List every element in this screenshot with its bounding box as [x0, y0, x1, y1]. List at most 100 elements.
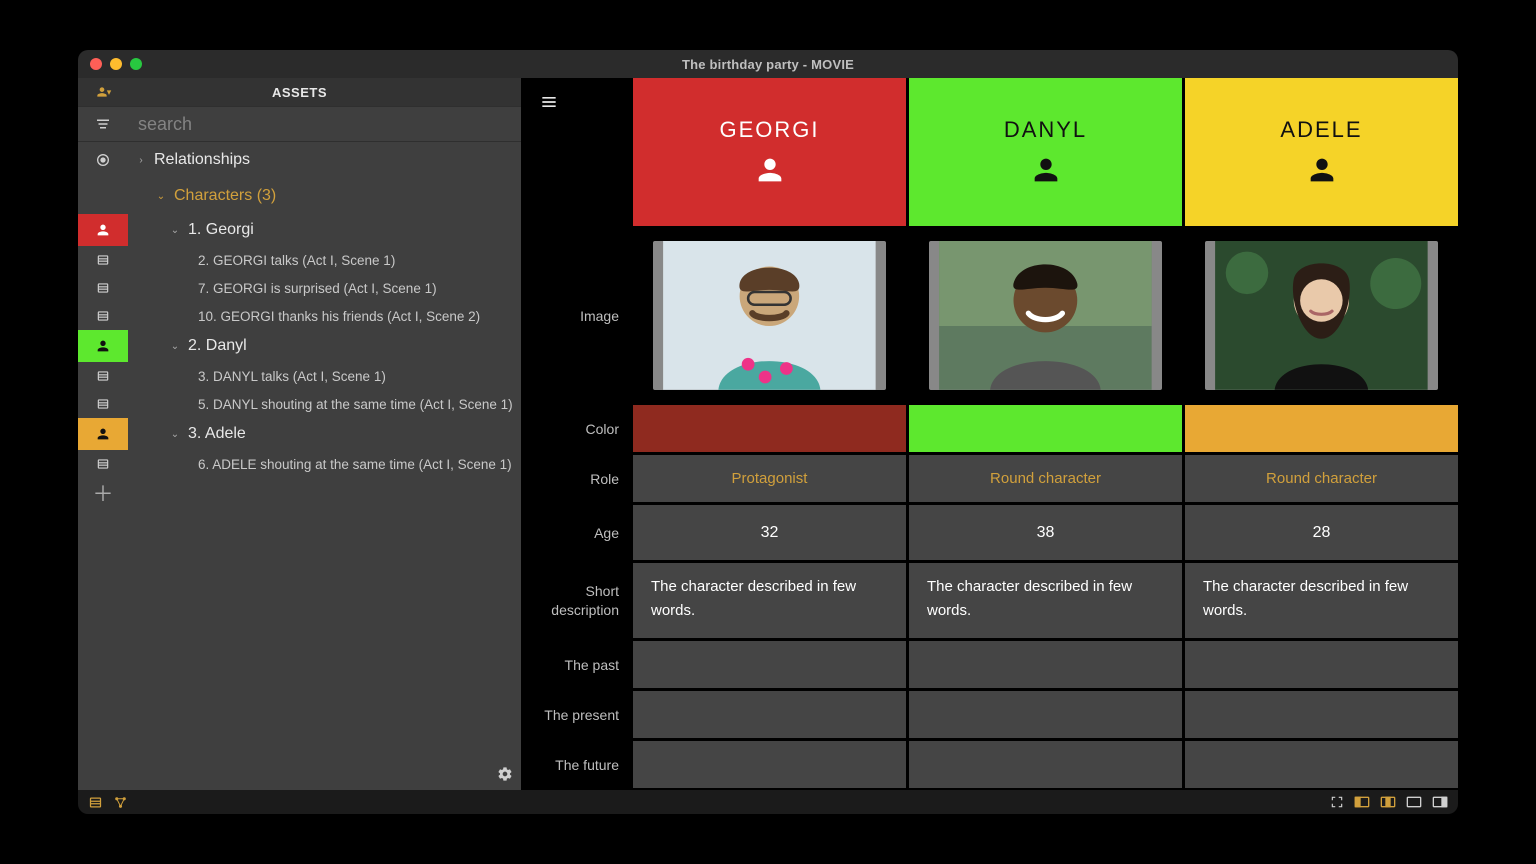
tree-item-label: 3. DANYL talks (Act I, Scene 1): [198, 369, 386, 384]
cell-age[interactable]: 38: [909, 502, 1182, 560]
layout-right-button[interactable]: [1432, 796, 1448, 808]
strip-character-danyl[interactable]: [78, 330, 128, 362]
cell-present[interactable]: [1185, 688, 1458, 738]
tree-item-danyl[interactable]: ⌄ 2. Danyl: [128, 330, 521, 362]
strip-scene-icon[interactable]: [78, 450, 128, 478]
cell-image[interactable]: [909, 226, 1182, 402]
tree-item-label: 7. GEORGI is surprised (Act I, Scene 1): [198, 281, 437, 296]
tree-area: ＋ › Relationships ⌄ Characters (3) ⌄ 1. …: [78, 142, 521, 790]
desc-value: The character described in few words.: [1203, 575, 1440, 623]
film-icon: [96, 253, 110, 267]
cell-future[interactable]: [633, 738, 906, 788]
person-icon: [95, 222, 111, 238]
minimize-window-button[interactable]: [110, 58, 122, 70]
layout-single-icon: [1406, 796, 1422, 808]
column-adele: ADELE Round character 28 The character d…: [1182, 78, 1458, 790]
layout-left-button[interactable]: [1354, 796, 1370, 808]
row-label-present: The present: [521, 688, 633, 738]
column-georgi: GEORGI Protagonist 32 The character desc…: [633, 78, 906, 790]
layout-single-button[interactable]: [1406, 796, 1422, 808]
row-label-color: Color: [521, 402, 633, 452]
panel-settings-button[interactable]: [495, 764, 515, 784]
cell-short-desc[interactable]: The character described in few words.: [909, 560, 1182, 638]
filter-icon[interactable]: [78, 107, 128, 141]
cell-image[interactable]: [1185, 226, 1458, 402]
tree-item-label: 6. ADELE shouting at the same time (Act …: [198, 457, 512, 472]
column-header-georgi[interactable]: GEORGI: [633, 78, 906, 226]
row-label-future: The future: [521, 738, 633, 788]
cell-past[interactable]: [633, 638, 906, 688]
cell-age[interactable]: 28: [1185, 502, 1458, 560]
tree-beat[interactable]: 2. GEORGI talks (Act I, Scene 1): [128, 246, 521, 274]
layout-center-button[interactable]: [1380, 796, 1396, 808]
strip-scene-icon[interactable]: [78, 362, 128, 390]
window-title: The birthday party - MOVIE: [78, 57, 1458, 72]
tree-item-label: 5. DANYL shouting at the same time (Act …: [198, 397, 513, 412]
cell-image[interactable]: [633, 226, 906, 402]
assets-panel: ▾ ASSETS: [78, 78, 521, 790]
tree-item-label: Characters (3): [174, 187, 276, 205]
menu-icon: [94, 115, 112, 133]
film-icon: [96, 281, 110, 295]
gear-icon: [497, 766, 513, 782]
tree-beat[interactable]: 5. DANYL shouting at the same time (Act …: [128, 390, 521, 418]
cell-past[interactable]: [1185, 638, 1458, 688]
fullscreen-button[interactable]: [1330, 795, 1344, 809]
cell-role[interactable]: Round character: [1185, 452, 1458, 502]
cell-future[interactable]: [909, 738, 1182, 788]
age-value: 28: [1313, 524, 1331, 542]
cell-color[interactable]: [633, 402, 906, 452]
search-input[interactable]: [128, 114, 521, 135]
tree-item-relationships[interactable]: › Relationships: [128, 142, 521, 178]
tree-item-adele[interactable]: ⌄ 3. Adele: [128, 418, 521, 450]
close-window-button[interactable]: [90, 58, 102, 70]
strip-scene-icon[interactable]: [78, 390, 128, 418]
column-header-adele[interactable]: ADELE: [1185, 78, 1458, 226]
film-icon: [96, 397, 110, 411]
cell-short-desc[interactable]: The character described in few words.: [633, 560, 906, 638]
grid-menu-button[interactable]: [521, 78, 633, 226]
column-danyl: DANYL Round character 38 The character d…: [906, 78, 1182, 790]
cell-future[interactable]: [1185, 738, 1458, 788]
search-row: [78, 106, 521, 142]
tree-item-georgi[interactable]: ⌄ 1. Georgi: [128, 214, 521, 246]
cell-short-desc[interactable]: The character described in few words.: [1185, 560, 1458, 638]
tree-beat[interactable]: 3. DANYL talks (Act I, Scene 1): [128, 362, 521, 390]
tree-beat[interactable]: 7. GEORGI is surprised (Act I, Scene 1): [128, 274, 521, 302]
view-network-button[interactable]: [113, 795, 128, 810]
cell-role[interactable]: Protagonist: [633, 452, 906, 502]
app-window: The birthday party - MOVIE ▾ ASSETS: [78, 50, 1458, 814]
footer-right: [1330, 795, 1448, 809]
assets-header: ▾ ASSETS: [78, 78, 521, 106]
cell-role[interactable]: Round character: [909, 452, 1182, 502]
cell-age[interactable]: 32: [633, 502, 906, 560]
user-menu-button[interactable]: ▾: [78, 78, 128, 106]
tree-beat[interactable]: 10. GEORGI thanks his friends (Act I, Sc…: [128, 302, 521, 330]
zoom-window-button[interactable]: [130, 58, 142, 70]
tree-beat[interactable]: 6. ADELE shouting at the same time (Act …: [128, 450, 521, 478]
strip-character-adele[interactable]: [78, 418, 128, 450]
column-header-danyl[interactable]: DANYL: [909, 78, 1182, 226]
tree-item-label: 10. GEORGI thanks his friends (Act I, Sc…: [198, 309, 480, 324]
cell-past[interactable]: [909, 638, 1182, 688]
cell-present[interactable]: [909, 688, 1182, 738]
assets-tree: › Relationships ⌄ Characters (3) ⌄ 1. Ge…: [128, 142, 521, 790]
strip-scene-icon[interactable]: [78, 302, 128, 330]
strip-target-icon[interactable]: [78, 142, 128, 178]
strip-character-georgi[interactable]: [78, 214, 128, 246]
strip-scene-icon[interactable]: [78, 274, 128, 302]
plus-icon: ＋: [93, 484, 114, 505]
titlebar: The birthday party - MOVIE: [78, 50, 1458, 78]
chevron-right-icon: ›: [136, 155, 146, 166]
view-outline-button[interactable]: [88, 795, 103, 810]
cell-color[interactable]: [909, 402, 1182, 452]
cell-color[interactable]: [1185, 402, 1458, 452]
column-header-name: GEORGI: [719, 117, 819, 143]
chevron-down-icon: ⌄: [170, 341, 180, 352]
character-grid: Image Color Role Age Short description T…: [521, 78, 1458, 790]
add-character-button[interactable]: ＋: [78, 478, 128, 510]
cell-present[interactable]: [633, 688, 906, 738]
strip-scene-icon[interactable]: [78, 246, 128, 274]
age-value: 38: [1037, 524, 1055, 542]
tree-item-characters[interactable]: ⌄ Characters (3): [128, 178, 521, 214]
